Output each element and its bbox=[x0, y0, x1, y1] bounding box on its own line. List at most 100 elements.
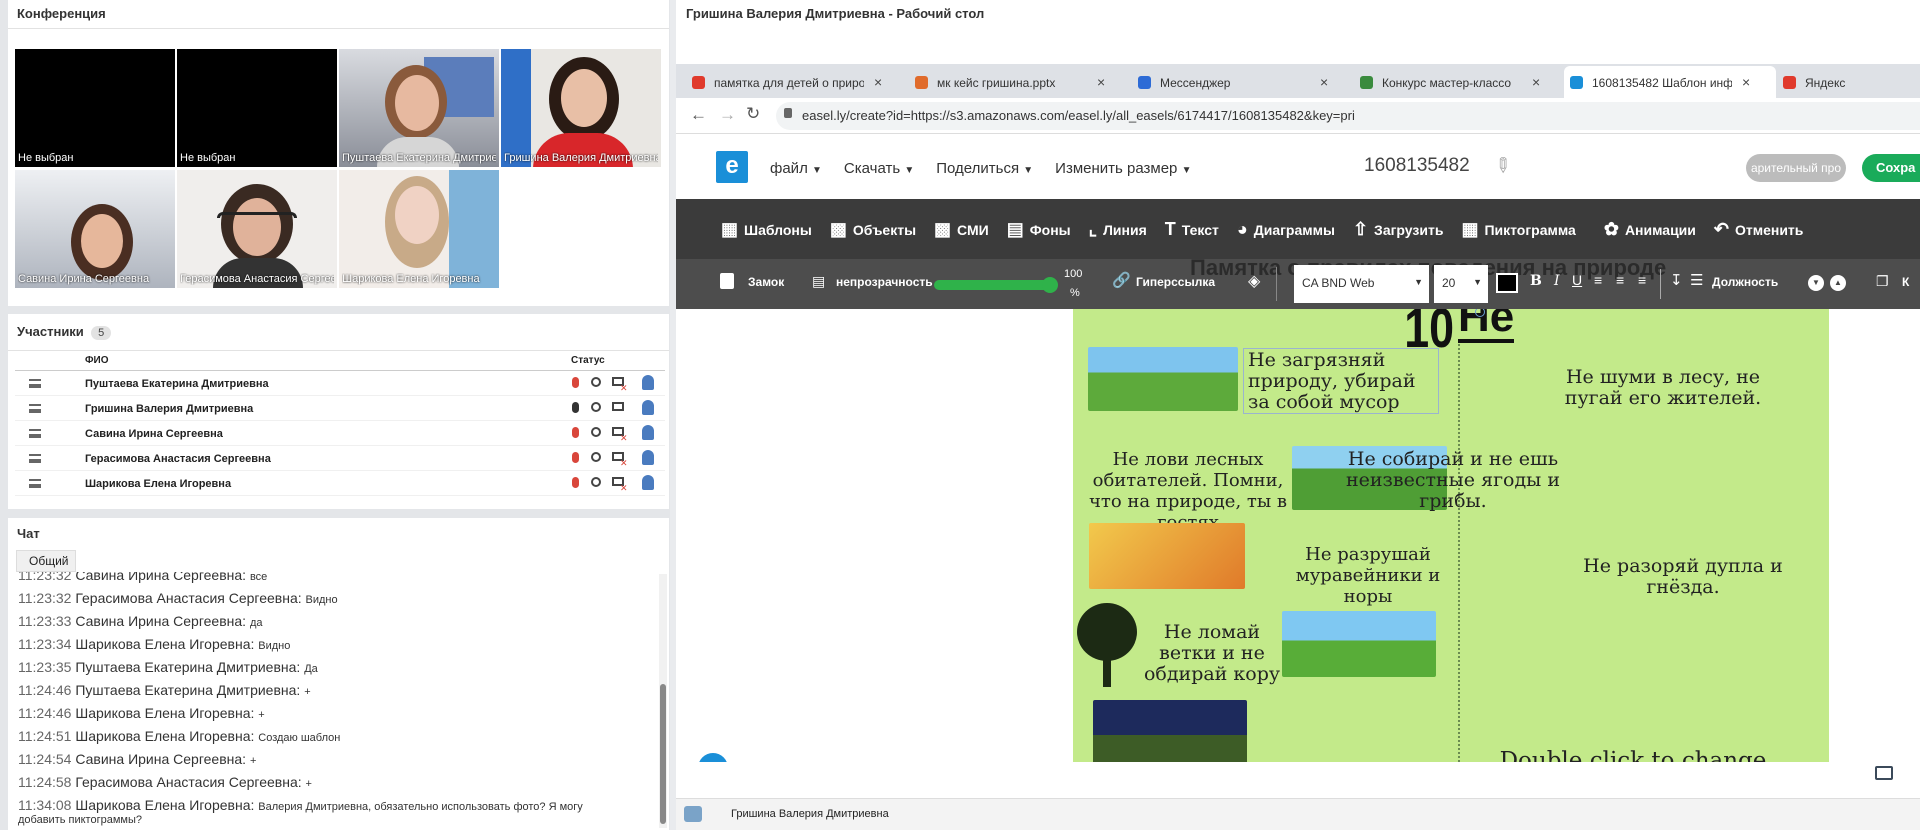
drag-handle-icon[interactable] bbox=[29, 404, 41, 413]
user-role-icon[interactable] bbox=[642, 400, 654, 415]
font-size-select[interactable]: 20 ▼ bbox=[1434, 265, 1488, 303]
browser-tab[interactable]: 1608135482 Шаблон инфог × bbox=[1564, 72, 1764, 96]
browser-tab[interactable]: мк кейс гришина.pptx × bbox=[909, 72, 1119, 96]
rule-text-8[interactable]: Double click to change bbox=[1483, 750, 1783, 763]
close-icon[interactable]: × bbox=[1532, 74, 1540, 90]
toolbar-animation[interactable]: ✿ Анимации bbox=[1604, 219, 1696, 240]
underline-icon[interactable]: U bbox=[1572, 272, 1582, 288]
microphone-icon[interactable] bbox=[572, 377, 579, 388]
user-role-icon[interactable] bbox=[642, 375, 654, 390]
video-tile-3[interactable]: Пуштаева Екатерина Дмитриевна bbox=[339, 49, 499, 167]
toolbar-undo[interactable]: ↶ Отменить bbox=[1714, 219, 1804, 240]
toolbar-upload[interactable]: ⇧ Загрузить bbox=[1353, 219, 1443, 240]
lock-icon[interactable] bbox=[720, 273, 734, 289]
video-tile-5[interactable]: Савина Ирина Сергеевна bbox=[15, 170, 175, 288]
close-icon[interactable]: × bbox=[1097, 74, 1105, 90]
font-family-select[interactable]: CA BND Web ▼ bbox=[1294, 265, 1429, 303]
video-tile-1[interactable]: Не выбран bbox=[15, 49, 175, 167]
user-role-icon[interactable] bbox=[642, 425, 654, 440]
italic-icon[interactable]: I bbox=[1554, 273, 1560, 289]
easelly-menu-item[interactable]: файл ▼ bbox=[770, 160, 822, 177]
video-tile-2[interactable]: Не выбран bbox=[177, 49, 337, 167]
hyperlink-label[interactable]: Гиперссылка bbox=[1136, 275, 1215, 289]
help-bubble-icon[interactable] bbox=[698, 753, 728, 762]
microphone-icon[interactable] bbox=[572, 402, 579, 413]
kids-anthill-image[interactable] bbox=[1089, 523, 1245, 589]
participant-row[interactable]: Савина Ирина Сергеевна ✕ bbox=[15, 421, 665, 446]
save-button[interactable]: Сохра bbox=[1862, 154, 1920, 182]
tree-icon[interactable] bbox=[1073, 603, 1139, 687]
drag-handle-icon[interactable] bbox=[29, 479, 41, 488]
microphone-icon[interactable] bbox=[572, 427, 579, 438]
close-icon[interactable]: × bbox=[874, 74, 882, 90]
opacity-slider-handle[interactable] bbox=[1042, 277, 1058, 293]
participant-row[interactable]: Герасимова Анастасия Сергеевна ✕ bbox=[15, 446, 665, 471]
rule-text-7[interactable]: Не ломай ветки и не обдирай кору bbox=[1141, 622, 1283, 685]
layers-icon[interactable]: ☰ bbox=[1690, 271, 1703, 289]
webcam-icon[interactable] bbox=[591, 402, 601, 412]
move-up-icon[interactable]: ▲ bbox=[1830, 275, 1846, 291]
edit-pencil-icon[interactable]: ✎ bbox=[1488, 151, 1518, 181]
participant-row[interactable]: Пуштаева Екатерина Дмитриевна ✕ bbox=[15, 371, 665, 396]
drag-handle-icon[interactable] bbox=[29, 454, 41, 463]
rule-text-6[interactable]: Не разоряй дупла и гнёзда. bbox=[1583, 556, 1783, 598]
webcam-icon[interactable] bbox=[591, 452, 601, 462]
close-icon[interactable]: × bbox=[1742, 74, 1750, 90]
easelly-logo[interactable]: e bbox=[716, 151, 748, 183]
document-id[interactable]: 1608135482 bbox=[1364, 155, 1470, 177]
webcam-icon[interactable] bbox=[591, 427, 601, 437]
browser-tab[interactable]: Конкурс мастер-классо × bbox=[1354, 72, 1554, 96]
video-tile-4[interactable]: Гришина Валерия Дмитриевна bbox=[501, 49, 661, 167]
bold-icon[interactable]: B bbox=[1530, 273, 1542, 289]
toolbar-charts[interactable]: ◕ Диаграммы bbox=[1237, 219, 1335, 240]
address-bar[interactable]: easel.ly/create?id=https://s3.amazonaws.… bbox=[776, 102, 1920, 130]
easelly-menu-item[interactable]: Поделиться ▼ bbox=[936, 160, 1033, 177]
browser-tab[interactable]: Мессенджер × bbox=[1132, 72, 1342, 96]
infographic-poster[interactable]: 10 Не Не загрязняй природу, убирай за со… bbox=[1073, 309, 1829, 762]
drag-handle-icon[interactable] bbox=[29, 379, 41, 388]
toolbar-text[interactable]: T Текст bbox=[1165, 219, 1219, 240]
align-center-icon[interactable]: ≡ bbox=[1616, 272, 1624, 288]
rule-text-5[interactable]: Не разрушай муравейники и норы bbox=[1273, 544, 1463, 607]
easelly-menu-item[interactable]: Изменить размер ▼ bbox=[1055, 160, 1191, 177]
poster-heading[interactable]: Не bbox=[1458, 309, 1515, 343]
toolbar-templates[interactable]: ▦ Шаблоны bbox=[721, 219, 812, 240]
rule-text-4[interactable]: Не собирай и не ешь неизвестные ягоды и … bbox=[1343, 449, 1563, 512]
webcam-icon[interactable] bbox=[591, 477, 601, 487]
microphone-icon[interactable] bbox=[572, 477, 579, 488]
fullscreen-icon[interactable] bbox=[1875, 766, 1893, 780]
copy-icon[interactable]: ❐ bbox=[1876, 273, 1889, 290]
easelly-menu-item[interactable]: Скачать ▼ bbox=[844, 160, 914, 177]
browser-tab[interactable]: Яндекс bbox=[1777, 72, 1920, 96]
preview-button[interactable]: арительный про bbox=[1746, 154, 1846, 182]
chat-scrollbar-thumb[interactable] bbox=[660, 684, 666, 824]
user-role-icon[interactable] bbox=[642, 450, 654, 465]
back-icon[interactable]: ← bbox=[690, 105, 707, 125]
text-height-icon[interactable]: ↧ bbox=[1670, 271, 1683, 289]
lock-label[interactable]: Замок bbox=[748, 275, 784, 289]
toolbar-objects[interactable]: ▩ Объекты bbox=[830, 219, 916, 240]
browser-tab[interactable]: памятка для детей о приро × bbox=[686, 72, 896, 96]
video-tile-6[interactable]: Герасимова Анастасия Сергеевна bbox=[177, 170, 337, 288]
toolbar-line[interactable]: ⌞ Линия bbox=[1089, 219, 1147, 240]
link-icon[interactable]: 🔗 bbox=[1112, 271, 1131, 289]
toolbar-backgrounds[interactable]: ▤ Фоны bbox=[1007, 219, 1071, 240]
participant-row[interactable]: Гришина Валерия Дмитриевна bbox=[15, 396, 665, 421]
video-tile-7[interactable]: Шарикова Елена Игоревна bbox=[339, 170, 499, 288]
microphone-icon[interactable] bbox=[572, 452, 579, 463]
drag-handle-icon[interactable] bbox=[29, 429, 41, 438]
easelly-canvas[interactable]: 10 Не Не загрязняй природу, убирай за со… bbox=[676, 309, 1920, 762]
user-role-icon[interactable] bbox=[642, 475, 654, 490]
move-down-icon[interactable]: ▼ bbox=[1808, 275, 1824, 291]
rule-text-2[interactable]: Не шуми в лесу, не пугай его жителей. bbox=[1543, 367, 1783, 409]
close-icon[interactable]: × bbox=[1320, 74, 1328, 90]
kids-park-image[interactable] bbox=[1282, 611, 1436, 677]
chat-scrollbar[interactable] bbox=[659, 574, 667, 828]
paint-bucket-icon[interactable]: ◈ bbox=[1248, 271, 1260, 291]
chat-tab-general[interactable]: Общий bbox=[16, 550, 76, 572]
forward-icon[interactable]: → bbox=[719, 105, 736, 125]
toolbar-media[interactable]: ▩ СМИ bbox=[934, 219, 989, 240]
rule-text-3[interactable]: Не лови лесных обитателей. Помни, что на… bbox=[1083, 449, 1293, 533]
kids-cleaning-image[interactable] bbox=[1088, 347, 1238, 411]
text-color-swatch[interactable] bbox=[1496, 273, 1518, 293]
